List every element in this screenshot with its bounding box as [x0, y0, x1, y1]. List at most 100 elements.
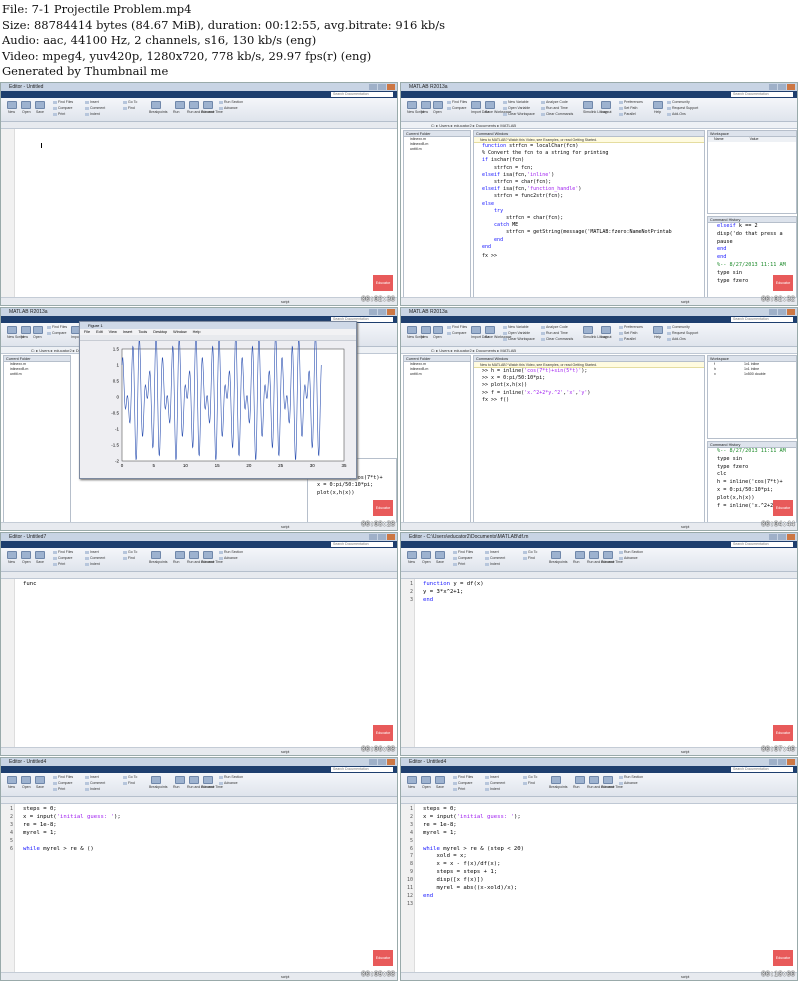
- search-documentation-input[interactable]: Search Documentation: [731, 767, 793, 772]
- request-support-button[interactable]: Request Support: [667, 106, 698, 110]
- command-prompt[interactable]: fx >>: [474, 253, 704, 260]
- import-data-icon[interactable]: [471, 326, 481, 334]
- breakpoints-icon[interactable]: [151, 101, 161, 109]
- clear-commands-button[interactable]: Clear Commands: [541, 112, 573, 116]
- set-path-button[interactable]: Set Path: [619, 106, 637, 110]
- close-button[interactable]: [787, 309, 795, 315]
- run-section-button[interactable]: Run Section: [219, 550, 243, 554]
- search-documentation-input[interactable]: Search Documentation: [731, 317, 793, 322]
- history-item[interactable]: plot(x,h(x)): [308, 490, 396, 498]
- close-button[interactable]: [787, 84, 795, 90]
- run-icon[interactable]: [575, 551, 585, 559]
- advance-button[interactable]: Advance: [219, 781, 238, 785]
- community-button[interactable]: Community: [667, 325, 690, 329]
- maximize-button[interactable]: [778, 84, 786, 90]
- indent-button[interactable]: Indent: [485, 787, 500, 791]
- figure-menu-tools[interactable]: Tools: [138, 330, 147, 334]
- preferences-button[interactable]: Preferences: [619, 100, 643, 104]
- run-and-advance-icon[interactable]: [189, 776, 199, 784]
- find-files-button[interactable]: Find Files: [53, 100, 73, 104]
- minimize-button[interactable]: [369, 309, 377, 315]
- layout-icon[interactable]: [601, 101, 611, 109]
- address-bar[interactable]: C: ▸ Users ▸ educator2 ▸ Documents ▸ MAT…: [401, 122, 797, 129]
- print-button[interactable]: Print: [53, 787, 65, 791]
- compare-button[interactable]: Compare: [47, 331, 66, 335]
- add-ons-button[interactable]: Add-Ons: [667, 337, 686, 341]
- code-editor[interactable]: 1 steps = 0; 2 x = input('initial guess: ')…: [1, 804, 397, 972]
- find-files-button[interactable]: Find Files: [453, 550, 473, 554]
- print-button[interactable]: Print: [453, 562, 465, 566]
- close-button[interactable]: [387, 759, 395, 765]
- indent-button[interactable]: Indent: [485, 562, 500, 566]
- open-icon[interactable]: [421, 551, 431, 559]
- go-to-button[interactable]: Go To: [123, 100, 137, 104]
- request-support-button[interactable]: Request Support: [667, 331, 698, 335]
- comment-button[interactable]: Comment: [85, 106, 105, 110]
- go-to-button[interactable]: Go To: [523, 775, 537, 779]
- close-button[interactable]: [387, 309, 395, 315]
- search-documentation-input[interactable]: Search Documentation: [731, 92, 793, 97]
- command-line[interactable]: fx >> f(): [474, 397, 704, 404]
- save-workspace-icon[interactable]: [485, 326, 495, 334]
- figure-menu-help[interactable]: Help: [193, 330, 201, 334]
- run-and-time-icon[interactable]: [603, 776, 613, 784]
- figure-window[interactable]: Figure 1 File Edit View Insert Tools Desktop Wi…: [79, 321, 357, 479]
- new-icon[interactable]: [7, 776, 17, 784]
- new-script-icon[interactable]: [407, 326, 417, 334]
- analyze-code-button[interactable]: Analyze Code: [541, 325, 568, 329]
- open-icon[interactable]: [433, 101, 443, 109]
- insert-button[interactable]: Insert: [485, 550, 499, 554]
- minimize-button[interactable]: [369, 84, 377, 90]
- insert-button[interactable]: Insert: [485, 775, 499, 779]
- new-icon[interactable]: [407, 551, 417, 559]
- minimize-button[interactable]: [769, 759, 777, 765]
- find-button[interactable]: Find: [523, 556, 535, 560]
- run-icon[interactable]: [175, 101, 185, 109]
- run-and-time-icon[interactable]: [203, 101, 213, 109]
- run-icon[interactable]: [175, 776, 185, 784]
- maximize-button[interactable]: [778, 534, 786, 540]
- new-icon[interactable]: [421, 101, 431, 109]
- breakpoints-icon[interactable]: [551, 551, 561, 559]
- new-variable-button[interactable]: New Variable: [503, 100, 529, 104]
- run-and-advance-icon[interactable]: [189, 101, 199, 109]
- maximize-button[interactable]: [378, 534, 386, 540]
- minimize-button[interactable]: [769, 309, 777, 315]
- comment-button[interactable]: Comment: [485, 781, 505, 785]
- maximize-button[interactable]: [778, 309, 786, 315]
- minimize-button[interactable]: [769, 534, 777, 540]
- history-item[interactable]: type fzero: [708, 464, 796, 472]
- find-button[interactable]: Find: [123, 781, 135, 785]
- save-icon[interactable]: [35, 101, 45, 109]
- find-files-button[interactable]: Find Files: [47, 325, 67, 329]
- open-icon[interactable]: [21, 101, 31, 109]
- run-section-button[interactable]: Run Section: [219, 775, 243, 779]
- run-and-time-button[interactable]: Run and Time: [541, 106, 568, 110]
- history-item[interactable]: clc: [708, 471, 796, 479]
- compare-button[interactable]: Compare: [53, 781, 72, 785]
- history-item[interactable]: elseif k == 2: [708, 223, 796, 231]
- save-icon[interactable]: [35, 551, 45, 559]
- find-button[interactable]: Find: [123, 106, 135, 110]
- close-button[interactable]: [387, 84, 395, 90]
- new-icon[interactable]: [7, 551, 17, 559]
- comment-button[interactable]: Comment: [485, 556, 505, 560]
- history-item[interactable]: %-- 8/27/2013 11:11 AM: [708, 448, 796, 456]
- find-files-button[interactable]: Find Files: [53, 775, 73, 779]
- history-item[interactable]: pause: [708, 239, 796, 247]
- compare-button[interactable]: Compare: [453, 781, 472, 785]
- history-item[interactable]: end: [708, 254, 796, 262]
- maximize-button[interactable]: [378, 84, 386, 90]
- advance-button[interactable]: Advance: [619, 781, 638, 785]
- search-documentation-input[interactable]: Search Documentation: [331, 542, 393, 547]
- insert-button[interactable]: Insert: [85, 100, 99, 104]
- go-to-button[interactable]: Go To: [123, 550, 137, 554]
- search-documentation-input[interactable]: Search Documentation: [331, 92, 393, 97]
- history-item[interactable]: %-- 8/27/2013 11:11 AM: [708, 262, 796, 270]
- run-and-advance-icon[interactable]: [589, 551, 599, 559]
- layout-icon[interactable]: [601, 326, 611, 334]
- save-workspace-icon[interactable]: [485, 101, 495, 109]
- save-icon[interactable]: [435, 551, 445, 559]
- find-button[interactable]: Find: [523, 781, 535, 785]
- go-to-button[interactable]: Go To: [123, 775, 137, 779]
